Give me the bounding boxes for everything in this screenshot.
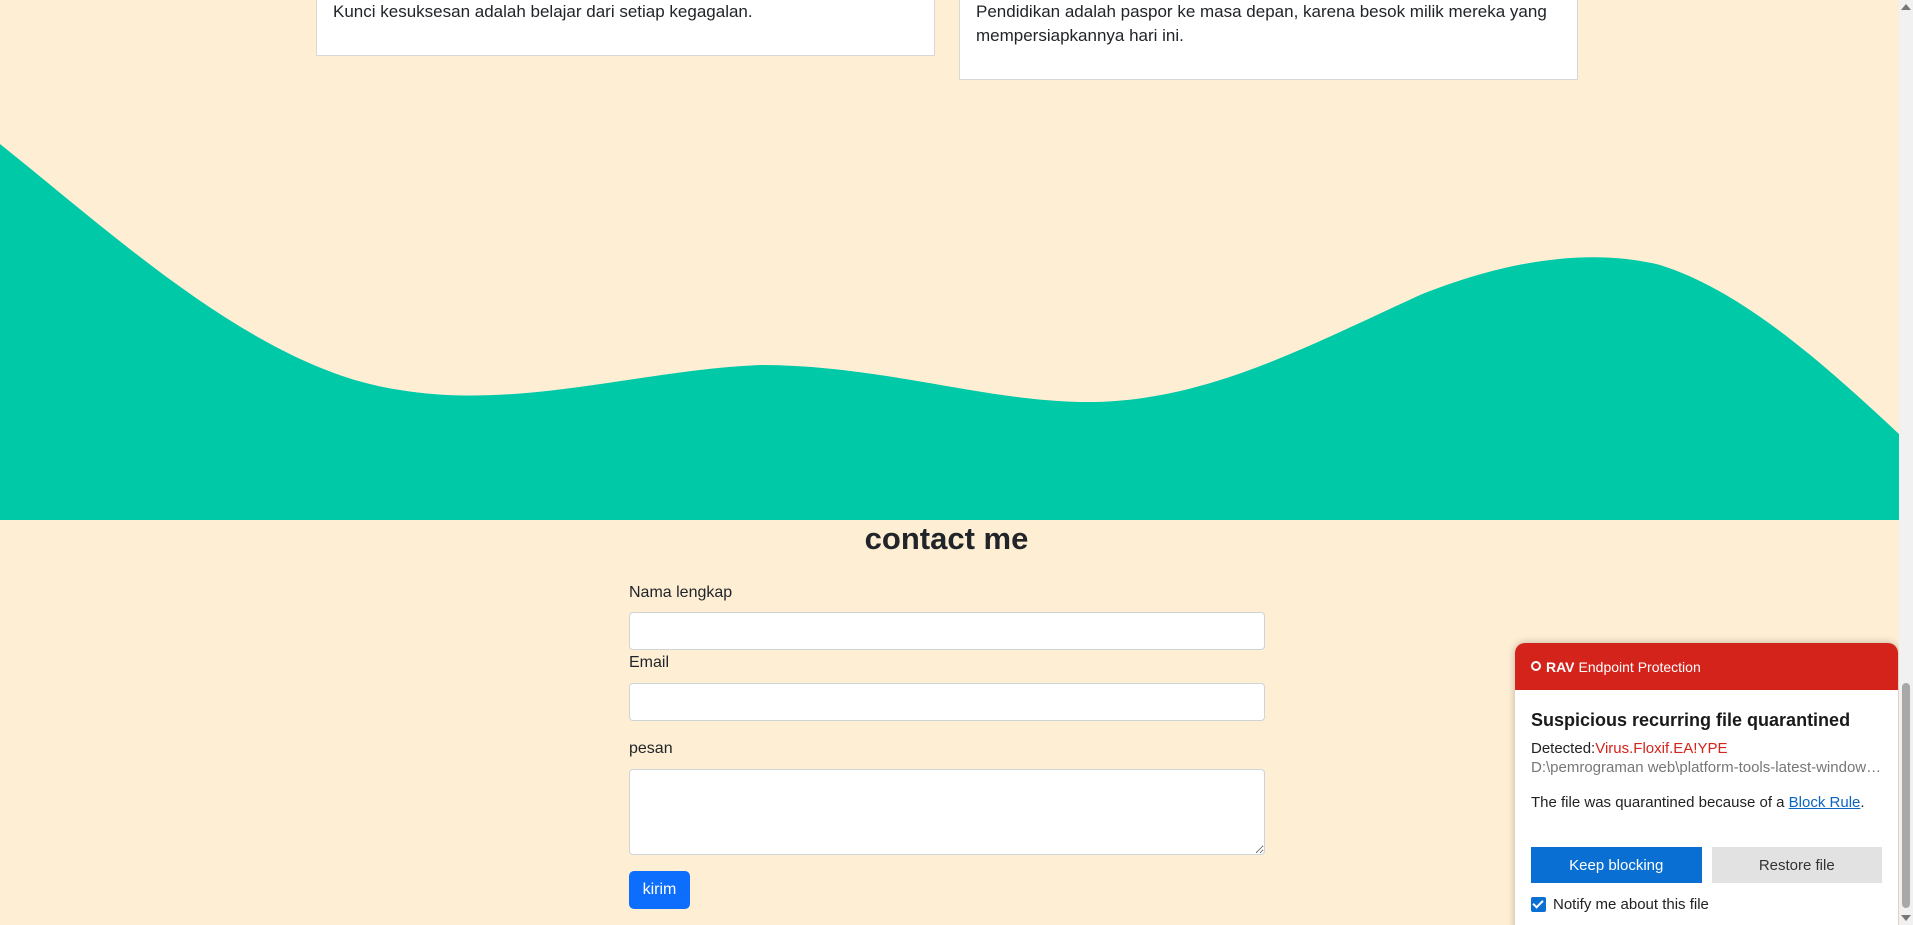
- notify-label: Notify me about this file: [1553, 896, 1709, 913]
- file-path: D:\pemrograman web\platform-tools-latest…: [1531, 759, 1883, 776]
- rav-logo-icon: [1531, 660, 1541, 671]
- wave-decoration: [0, 144, 1900, 520]
- scroll-up-arrow-icon[interactable]: [1901, 4, 1911, 10]
- block-rule-link[interactable]: Block Rule: [1789, 794, 1861, 811]
- page-scrollbar[interactable]: [1899, 0, 1913, 925]
- keep-blocking-button[interactable]: Keep blocking: [1531, 847, 1702, 883]
- reason-text: The file was quarantined because of a: [1531, 794, 1789, 811]
- rav-notification-popup: RAV Endpoint Protection Suspicious recur…: [1515, 643, 1898, 925]
- popup-title: Suspicious recurring file quarantined: [1531, 710, 1851, 730]
- scroll-down-arrow-icon[interactable]: [1901, 915, 1911, 921]
- name-field[interactable]: [629, 612, 1265, 650]
- name-label: Nama lengkap: [629, 584, 733, 601]
- email-field[interactable]: [629, 683, 1265, 721]
- email-label: Email: [629, 654, 670, 671]
- message-label: pesan: [629, 740, 673, 757]
- quote-card: Kunci kesuksesan adalah belajar dari set…: [316, 0, 935, 56]
- quote-text: Kunci kesuksesan adalah belajar dari set…: [333, 2, 753, 21]
- message-field[interactable]: [629, 769, 1265, 855]
- page: Kunci kesuksesan adalah belajar dari set…: [0, 0, 1913, 925]
- virus-name: Virus.Floxif.EA!YPE: [1595, 740, 1728, 757]
- detected-label: Detected:: [1531, 740, 1596, 757]
- popup-product: Endpoint Protection: [1578, 658, 1701, 675]
- reason-suffix: .: [1860, 794, 1865, 811]
- quote-text: Pendidikan adalah paspor ke masa depan, …: [976, 2, 1547, 45]
- quarantine-reason: The file was quarantined because of a Bl…: [1531, 793, 1882, 812]
- scrollbar-thumb[interactable]: [1902, 683, 1910, 908]
- restore-file-button[interactable]: Restore file: [1711, 847, 1882, 883]
- notify-checkbox-row[interactable]: Notify me about this file: [1531, 896, 1882, 913]
- detected-line: Detected:Virus.Floxif.EA!YPE: [1531, 739, 1882, 758]
- popup-header: RAV Endpoint Protection: [1515, 643, 1898, 690]
- submit-button[interactable]: kirim: [629, 871, 690, 909]
- contact-title: contact me: [864, 521, 1029, 556]
- quote-card: Pendidikan adalah paspor ke masa depan, …: [959, 0, 1578, 80]
- notify-checkbox[interactable]: [1531, 897, 1546, 912]
- popup-brand: RAV: [1546, 658, 1575, 675]
